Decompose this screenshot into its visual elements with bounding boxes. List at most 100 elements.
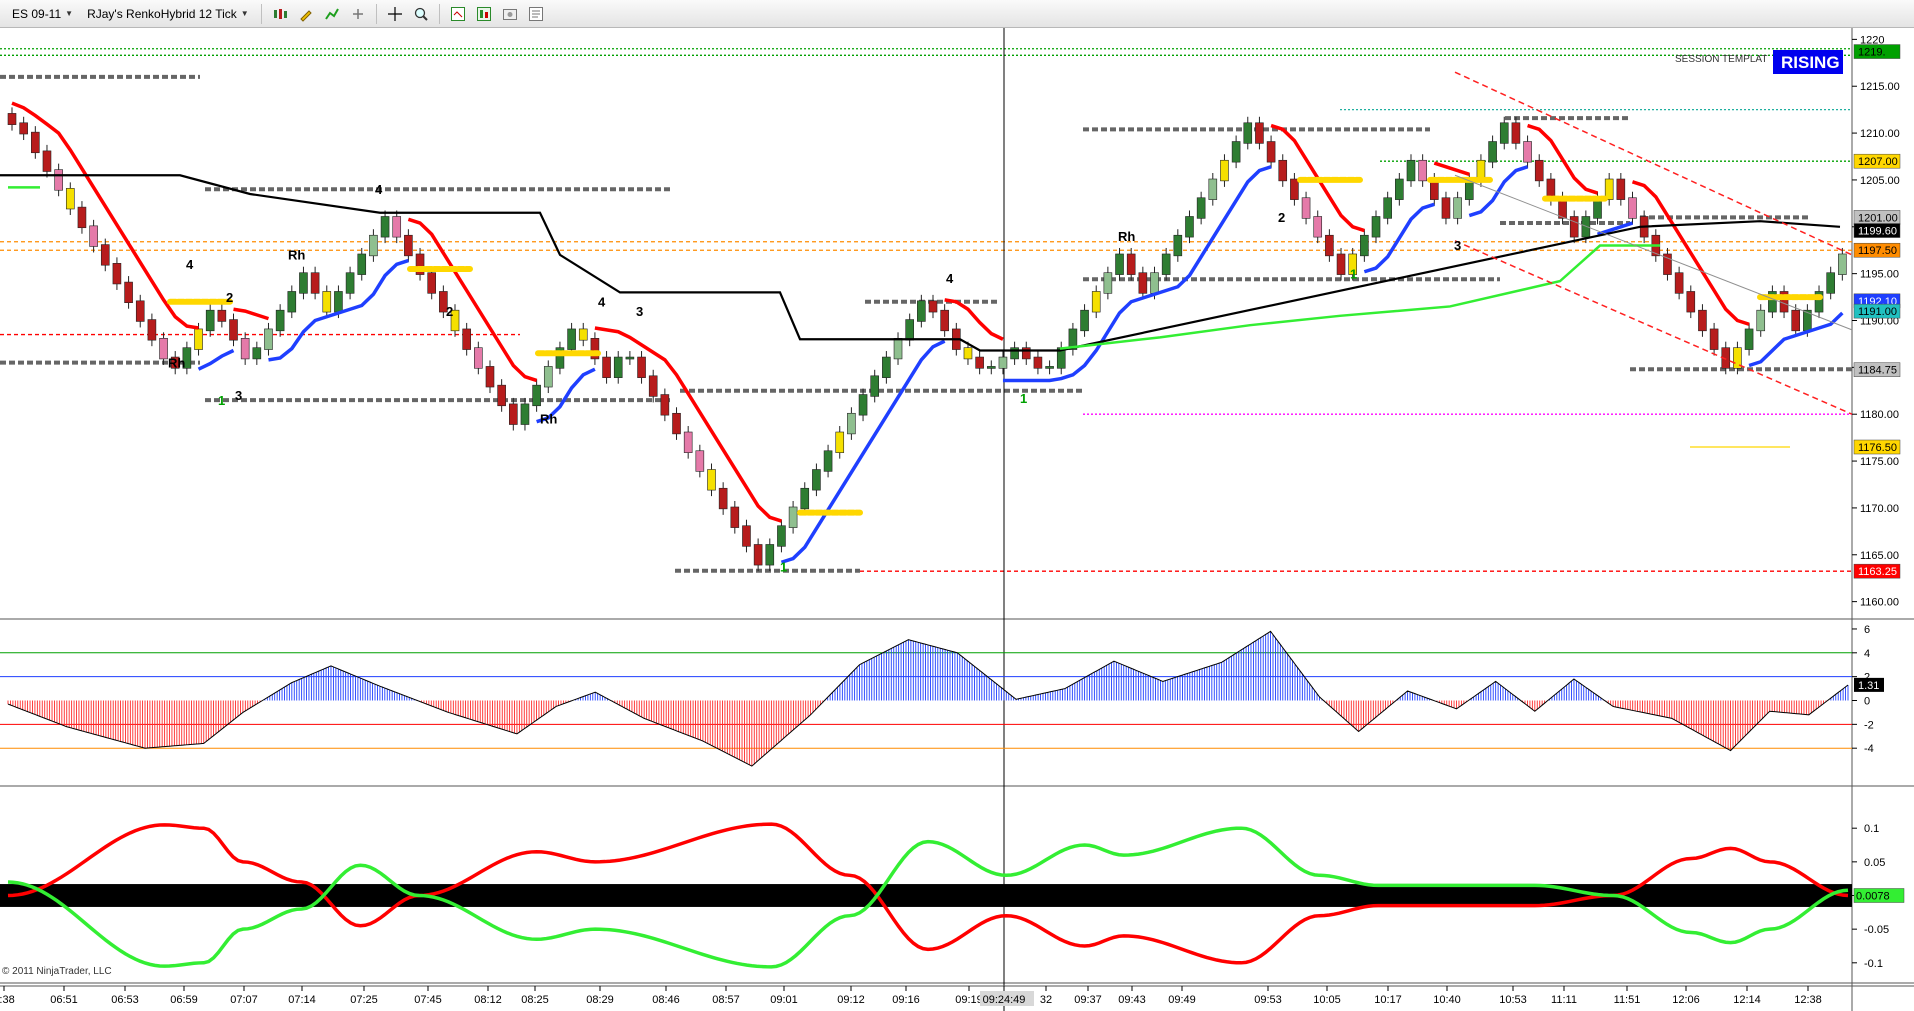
wave-label: Rh <box>1118 229 1135 244</box>
renko-candle <box>7 113 17 125</box>
properties-icon[interactable] <box>526 4 546 24</box>
renko-candle <box>217 309 227 322</box>
bar-style-icon[interactable] <box>270 4 290 24</box>
time-axis-label: 09:53 <box>1254 994 1282 1006</box>
renko-candle <box>1674 272 1684 294</box>
renko-candle <box>1325 234 1334 257</box>
renko-candle <box>1406 159 1416 182</box>
chart-type-label: RJay's RenkoHybrid 12 Tick <box>87 6 237 21</box>
renko-candle <box>648 375 658 397</box>
renko-candle <box>905 319 914 341</box>
renko-candle <box>1360 234 1369 257</box>
renko-candle <box>882 356 891 378</box>
renko-candle <box>1255 122 1264 144</box>
renko-candle <box>1628 197 1637 219</box>
time-axis-label: 08:29 <box>586 994 614 1006</box>
renko-candle <box>1616 178 1626 200</box>
drawing-pencil-icon[interactable] <box>296 4 316 24</box>
renko-candle <box>543 366 553 388</box>
renko-candle <box>975 356 984 369</box>
wave-label: Rh <box>540 412 557 427</box>
renko-candle <box>1045 366 1054 369</box>
crosshair-icon[interactable] <box>385 4 405 24</box>
renko-candle <box>765 544 775 566</box>
toolbar-divider <box>375 3 377 24</box>
renko-candle <box>1150 272 1159 294</box>
renko-candle <box>870 375 880 397</box>
renko-candle <box>1173 234 1183 257</box>
renko-candle <box>310 272 320 294</box>
time-axis-label: 08:12 <box>474 994 502 1006</box>
time-axis-label: 09:24:49 <box>983 994 1026 1006</box>
time-axis-label: 06:51 <box>50 994 78 1006</box>
oscillator-axis-label: 6 <box>1864 624 1870 636</box>
renko-candle <box>1709 328 1719 350</box>
renko-candle <box>380 216 390 238</box>
wave-label: 3 <box>636 304 643 319</box>
price-marker-label: 1197.50 <box>1858 245 1897 257</box>
renko-candle <box>602 356 611 378</box>
renko-candle <box>835 431 845 453</box>
renko-candle <box>1196 197 1206 219</box>
chart-trader-icon[interactable] <box>474 4 494 24</box>
renko-candle <box>1313 216 1323 238</box>
crossover-axis-label: 0.1 <box>1864 823 1879 835</box>
renko-candle <box>532 384 541 407</box>
renko-candle <box>1791 309 1801 332</box>
renko-candle <box>1686 291 1696 313</box>
renko-candle <box>65 188 75 210</box>
snapshot-icon[interactable] <box>500 4 520 24</box>
renko-candle <box>1698 309 1707 332</box>
renko-candle <box>240 338 250 360</box>
renko-candle <box>252 347 262 360</box>
time-axis-label: 07:25 <box>350 994 378 1006</box>
renko-candle <box>695 450 705 472</box>
zoom-icon[interactable] <box>411 4 431 24</box>
renko-candle <box>1383 197 1392 219</box>
price-axis-label: 1165.00 <box>1860 550 1899 562</box>
renko-candle <box>1488 141 1497 163</box>
time-axis-label: 10:53 <box>1499 994 1527 1006</box>
renko-candle <box>357 253 367 275</box>
oscillator-axis-label: -2 <box>1864 719 1874 731</box>
wave-label: 4 <box>186 257 194 272</box>
renko-candle <box>1453 197 1462 219</box>
time-axis-label: 09:43 <box>1118 994 1146 1006</box>
renko-candle <box>135 300 145 322</box>
renko-candle <box>369 234 378 257</box>
time-axis-label: 09:19 <box>955 994 983 1006</box>
time-axis-label: 6:38 <box>0 994 15 1006</box>
renko-candle <box>1371 216 1381 238</box>
renko-candle <box>1569 216 1579 238</box>
chart-type-selector[interactable]: RJay's RenkoHybrid 12 Tick ▼ <box>83 7 253 21</box>
strategy-icon[interactable] <box>348 4 368 24</box>
price-marker-label: 1184.75 <box>1858 365 1897 377</box>
renko-candle <box>485 366 495 388</box>
instrument-selector[interactable]: ES 09-11 ▼ <box>8 7 77 21</box>
renko-candle <box>1441 197 1451 219</box>
renko-candle <box>707 469 716 491</box>
rising-badge-label: RISING <box>1781 53 1840 72</box>
renko-candle <box>124 281 133 303</box>
time-axis-label: 09:01 <box>770 994 798 1006</box>
wave-label: 1 <box>780 560 787 575</box>
data-box-icon[interactable] <box>448 4 468 24</box>
wave-label: 3 <box>235 388 242 403</box>
renko-candle <box>19 122 28 135</box>
price-marker-label: 1191.00 <box>1858 306 1897 318</box>
renko-candle <box>683 431 693 453</box>
renko-candle <box>1138 272 1148 294</box>
wave-label: Rh <box>288 248 305 263</box>
renko-candle <box>474 347 483 369</box>
wave-label: 4 <box>375 182 383 197</box>
time-axis-label: 07:14 <box>288 994 316 1006</box>
renko-candle <box>718 487 728 510</box>
renko-candle <box>194 328 203 350</box>
renko-candle <box>940 309 949 332</box>
renko-candle <box>31 131 40 154</box>
price-marker-label: 1163.25 <box>1858 566 1897 578</box>
indicator-icon[interactable] <box>322 4 342 24</box>
renko-candle <box>1080 309 1089 332</box>
oscillator-axis-label: 4 <box>1864 648 1870 660</box>
chart-canvas[interactable]: RhRhRhRh1 12344442 312131160.001165.001170… <box>0 28 1914 1011</box>
